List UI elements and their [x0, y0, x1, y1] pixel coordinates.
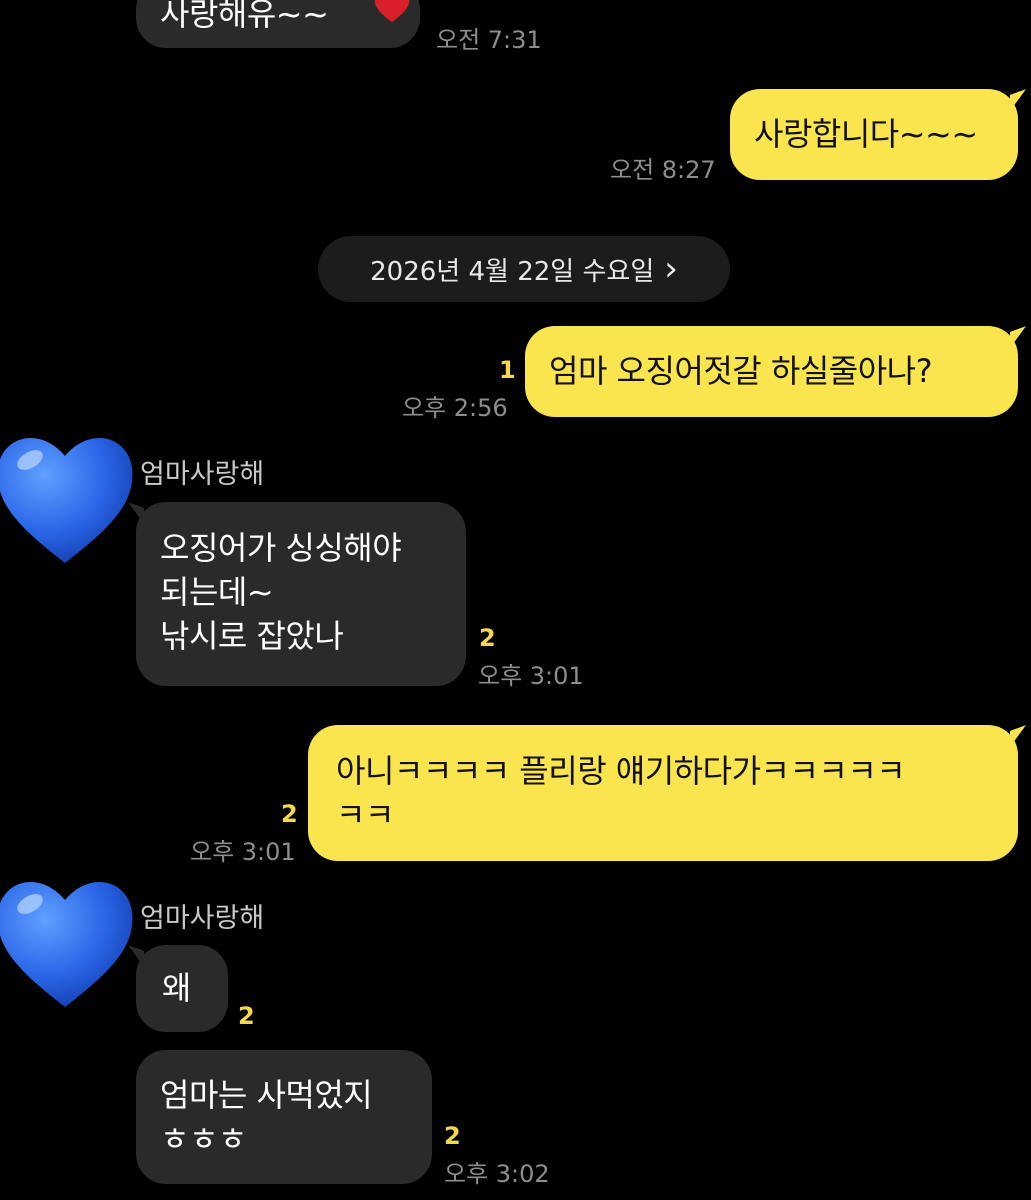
message-bubble-incoming[interactable]: 사랑해유~~	[136, 0, 420, 48]
unread-count: 2	[238, 1002, 255, 1030]
message-text: 엄마 오징어젓갈 하실줄아나?	[549, 352, 933, 390]
date-divider[interactable]: 2026년 4월 22일 수요일 ›	[318, 236, 730, 302]
date-label: 2026년 4월 22일 수요일	[370, 256, 655, 287]
message-time: 오전 7:31	[436, 26, 542, 54]
message-text: 사랑합니다~~~	[754, 115, 978, 153]
message-bubble-incoming[interactable]: 엄마는 사먹었지 ㅎㅎㅎ	[136, 1050, 432, 1184]
message-line: 오징어가 싱싱해야	[160, 529, 402, 567]
message-text: 왜	[162, 969, 191, 1007]
message-time: 오후 3:02	[444, 1160, 550, 1188]
message-bubble-outgoing[interactable]: 아니ㅋㅋㅋㅋ 플리랑 얘기하다가ㅋㅋㅋㅋㅋ ㅋㅋ	[308, 725, 1018, 861]
message-bubble-incoming[interactable]: 왜	[136, 945, 228, 1032]
message-bubble-incoming[interactable]: 오징어가 싱싱해야 되는데~ 낚시로 잡았나	[136, 502, 466, 686]
blue-heart-icon[interactable]	[0, 418, 140, 568]
message-time: 오후 2:56	[402, 394, 508, 422]
bubble-tail	[1010, 89, 1026, 111]
message-line: ㅎㅎㅎ	[160, 1120, 247, 1158]
message-line: 낚시로 잡았나	[160, 617, 344, 655]
sender-name: 엄마사랑해	[140, 459, 265, 490]
message-line: ㅋㅋ	[336, 796, 394, 834]
message-line: 되는데~	[160, 573, 274, 611]
message-time: 오후 3:01	[478, 662, 584, 690]
blue-heart-icon[interactable]	[0, 862, 140, 1012]
unread-count: 1	[499, 356, 516, 384]
message-time: 오전 8:27	[610, 156, 716, 184]
message-line: 엄마는 사먹었지	[160, 1076, 373, 1114]
bubble-tail	[1010, 326, 1026, 348]
message-bubble-outgoing[interactable]: 엄마 오징어젓갈 하실줄아나?	[525, 326, 1018, 417]
bubble-tail	[1010, 725, 1026, 747]
message-time: 오후 3:01	[190, 838, 296, 866]
unread-count: 2	[281, 800, 298, 828]
message-line: 아니ㅋㅋㅋㅋ 플리랑 얘기하다가ㅋㅋㅋㅋㅋ	[336, 752, 906, 790]
unread-count: 2	[444, 1122, 461, 1150]
sender-name: 엄마사랑해	[140, 903, 265, 934]
unread-count: 2	[479, 624, 496, 652]
message-text: 사랑해유~~	[160, 0, 329, 33]
chevron-right-icon: ›	[664, 249, 678, 289]
red-heart-icon	[372, 0, 412, 35]
message-bubble-outgoing[interactable]: 사랑합니다~~~	[730, 89, 1018, 180]
